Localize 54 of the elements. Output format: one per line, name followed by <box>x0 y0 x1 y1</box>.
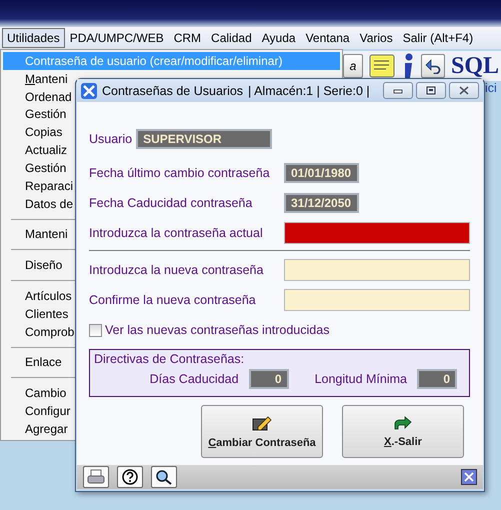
dialog-title: Contraseñas de Usuarios <box>102 84 244 98</box>
note-icon[interactable] <box>369 54 395 78</box>
field-label: Introduzca la nueva contraseña <box>89 263 264 277</box>
checkbox[interactable] <box>89 324 102 336</box>
maximize-icon <box>426 86 436 95</box>
minimize-button[interactable] <box>383 82 413 99</box>
exit-button[interactable]: X.-Salir <box>342 405 464 458</box>
search-button[interactable] <box>151 466 177 488</box>
minimize-icon <box>393 88 403 94</box>
maximize-button[interactable] <box>416 82 446 99</box>
date-field: 31/12/2050 <box>284 193 359 213</box>
date-field: 01/01/1980 <box>284 163 359 183</box>
close-button[interactable] <box>461 469 477 485</box>
password-field[interactable] <box>284 259 470 281</box>
menu-bar-item[interactable]: Ventana <box>300 28 355 48</box>
forward-arrow-icon <box>394 416 412 430</box>
menu-bar-item[interactable]: Utilidades <box>2 28 65 48</box>
panel-title: Directivas de Contraseñas: <box>94 352 246 366</box>
field-label: Confirme la nueva contraseña <box>89 293 256 307</box>
help-button[interactable] <box>117 466 143 488</box>
number-field: 0 <box>248 369 289 389</box>
menu-bar-item[interactable]: Salir (Alt+F4) <box>398 28 478 48</box>
search-icon <box>155 469 173 485</box>
checkbox-label: Ver las nuevas contraseñas introducidas <box>105 323 330 337</box>
menu-bar-item[interactable]: Ayuda <box>256 28 301 48</box>
menu-bar-item[interactable]: PDA/UMPC/WEB <box>64 28 169 48</box>
menu-bar-item[interactable]: Calidad <box>206 28 257 48</box>
field-label: Fecha último cambio contraseña <box>89 166 270 180</box>
field-label: Introduzca la contraseña actual <box>89 226 263 240</box>
close-icon <box>464 472 474 482</box>
user-field: SUPERVISOR <box>136 129 272 149</box>
field-label: Días Caducidad <box>150 372 239 386</box>
logo-text: SQL <box>451 52 500 80</box>
field-label: Usuario <box>89 132 132 146</box>
close-icon <box>459 86 469 95</box>
menu-bar-item[interactable]: CRM <box>168 28 206 48</box>
field-label: Longitud Mínima <box>314 372 407 386</box>
number-field: 0 <box>417 369 457 389</box>
password-field[interactable] <box>284 222 470 244</box>
app-icon <box>81 82 97 98</box>
close-button[interactable] <box>449 82 479 99</box>
change-password-button[interactable]: Cambiar Contraseña <box>201 405 323 458</box>
help-icon <box>122 469 138 485</box>
dialog-context: | Almacén:1 | Serie:0 | <box>248 84 370 98</box>
menu-bar-item[interactable]: Varios <box>354 28 398 48</box>
toolbar-button[interactable]: a <box>343 54 363 78</box>
edit-icon <box>252 414 272 430</box>
printer-icon <box>87 469 105 485</box>
link-text[interactable]: ici <box>485 81 501 95</box>
back-arrow-icon <box>425 58 441 74</box>
print-button[interactable] <box>83 466 109 488</box>
field-label: Fecha Caducidad contraseña <box>89 196 252 210</box>
back-button[interactable] <box>421 54 445 78</box>
password-field[interactable] <box>284 289 470 311</box>
